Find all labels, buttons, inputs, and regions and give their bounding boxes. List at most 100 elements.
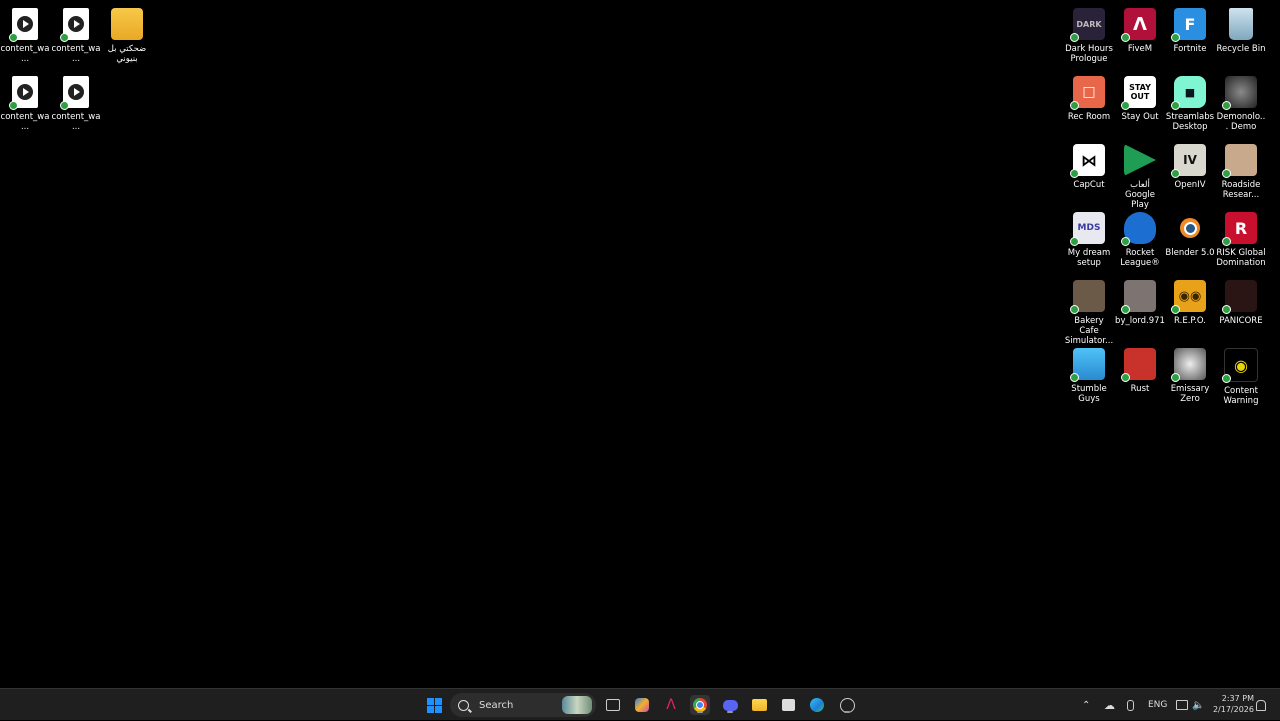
icon-label: OpenIV xyxy=(1174,180,1206,190)
desktop-icon-video-2[interactable]: content_wa... xyxy=(51,2,101,64)
desktop-icon-content-warning[interactable]: ◉ Content Warning xyxy=(1216,342,1266,406)
emissary-zero-icon xyxy=(1171,348,1206,382)
panicore-icon xyxy=(1222,280,1257,314)
show-hidden-icons-button[interactable]: ⌃ xyxy=(1082,689,1090,721)
icon-label: Demonolo... Demo xyxy=(1216,112,1266,132)
openiv-icon: IV xyxy=(1171,144,1206,178)
fivem-taskbar-button[interactable]: Λ xyxy=(661,695,681,715)
store-button[interactable] xyxy=(778,695,798,715)
search-icon xyxy=(458,699,469,711)
desktop-icon-repo[interactable]: ◉◉ R.E.P.O. xyxy=(1165,274,1215,326)
task-view-button[interactable] xyxy=(603,695,623,715)
risk-icon: R xyxy=(1222,212,1257,246)
rocket-league-icon xyxy=(1121,212,1156,246)
desktop-icon-capcut[interactable]: ⋈ CapCut xyxy=(1064,138,1114,190)
desktop-icon-fortnite[interactable]: F Fortnite xyxy=(1165,2,1215,54)
app-taskbar-button[interactable] xyxy=(837,695,857,715)
demonologist-icon xyxy=(1222,76,1257,110)
file-explorer-button[interactable] xyxy=(749,695,769,715)
icon-label: Content Warning xyxy=(1223,386,1259,406)
edge-icon xyxy=(810,698,824,712)
icon-label: Emissary Zero xyxy=(1170,384,1210,404)
desktop-icon-streamlabs[interactable]: ■ Streamlabs Desktop xyxy=(1165,70,1215,132)
icon-label: Stay Out xyxy=(1121,112,1159,122)
dark-hours-icon: DARK xyxy=(1070,8,1105,42)
icon-label: by_lord.971 xyxy=(1115,316,1165,326)
icon-label: PANICORE xyxy=(1219,316,1263,326)
desktop-icon-stumble-guys[interactable]: Stumble Guys xyxy=(1064,342,1114,404)
desktop-icon-my-dream-setup[interactable]: MDS My dream setup xyxy=(1064,206,1114,268)
desktop-icon-bakery-cafe[interactable]: Bakery Cafe Simulator... xyxy=(1064,274,1114,346)
icon-label: ضحكتي بل بنيوني xyxy=(107,44,147,64)
icon-label: Roadside Resear... xyxy=(1221,180,1261,200)
search-box[interactable]: Search xyxy=(450,693,596,717)
taskbar: Search Λ ⌃ ☁ ENG 🔈 2:37 PM 2/17/2026 xyxy=(0,688,1280,720)
desktop-icon-dark-hours[interactable]: DARK Dark Hours Prologue xyxy=(1064,2,1114,64)
volume-tray-button[interactable]: 🔈 xyxy=(1192,689,1204,721)
desktop-icon-rust[interactable]: Rust xyxy=(1115,342,1165,394)
desktop-icon-video-1[interactable]: content_wa... xyxy=(0,2,50,64)
microphone-tray-button[interactable] xyxy=(1127,689,1134,721)
desktop-icon-video-3[interactable]: content_wa... xyxy=(0,70,50,132)
icon-label: Rec Room xyxy=(1067,112,1111,122)
desktop-icon-video-4[interactable]: content_wa... xyxy=(51,70,101,132)
clock[interactable]: 2:37 PM 2/17/2026 xyxy=(1213,693,1254,715)
content-warning-icon: ◉ xyxy=(1222,348,1258,383)
my-dream-setup-icon: MDS xyxy=(1070,212,1105,246)
stay-out-icon: STAY OUT xyxy=(1121,76,1156,110)
language-label: ENG xyxy=(1148,700,1168,710)
network-tray-button[interactable] xyxy=(1176,689,1188,721)
running-indicator xyxy=(844,711,850,713)
chrome-taskbar-button[interactable] xyxy=(690,695,710,715)
start-icon xyxy=(426,697,442,713)
desktop-icon-risk[interactable]: R RISK Global Domination xyxy=(1216,206,1266,268)
rec-room-icon: □ xyxy=(1070,76,1105,110)
roadside-research-icon xyxy=(1222,144,1257,178)
notifications-button[interactable] xyxy=(1256,689,1266,721)
start-button[interactable] xyxy=(424,695,444,715)
desktop-icon-emissary-zero[interactable]: Emissary Zero xyxy=(1165,342,1215,404)
fivem-icon: Λ xyxy=(1121,8,1156,42)
icon-label: My dream setup xyxy=(1067,248,1111,268)
desktop-icon-recycle-bin[interactable]: Recycle Bin xyxy=(1216,2,1266,54)
desktop-icon-by-lord[interactable]: by_lord.971 xyxy=(1115,274,1165,326)
blender-icon xyxy=(1174,212,1206,244)
icon-label: RISK Global Domination xyxy=(1216,248,1266,268)
search-placeholder: Search xyxy=(479,699,514,711)
desktop-icon-google-play-games[interactable]: ألعاب Google Play xyxy=(1115,138,1165,210)
running-indicator xyxy=(697,711,703,713)
video-file-icon xyxy=(60,8,89,42)
icon-label: Blender 5.0 xyxy=(1165,248,1215,258)
speaker-icon: 🔈 xyxy=(1192,699,1205,711)
desktop-icon-roadside-research[interactable]: Roadside Resear... xyxy=(1216,138,1266,200)
desktop-icon-fivem[interactable]: Λ FiveM xyxy=(1115,2,1165,54)
desktop-icon-blender[interactable]: Blender 5.0 xyxy=(1165,206,1215,258)
microphone-icon xyxy=(1127,699,1134,711)
desktop-icon-panicore[interactable]: PANICORE xyxy=(1216,274,1266,326)
edge-button[interactable] xyxy=(807,695,827,715)
desktop-icon-openiv[interactable]: IV OpenIV xyxy=(1165,138,1215,190)
copilot-icon xyxy=(635,698,649,712)
store-icon xyxy=(781,699,795,711)
icon-label: Stumble Guys xyxy=(1071,384,1107,404)
clock-date: 2/17/2026 xyxy=(1212,705,1254,714)
copilot-button[interactable] xyxy=(632,695,652,715)
desktop-icon-folder[interactable]: ضحكتي بل بنيوني xyxy=(102,2,152,64)
fortnite-icon: F xyxy=(1171,8,1206,42)
desktop-icon-rocket-league[interactable]: Rocket League® xyxy=(1115,206,1165,268)
icon-label: CapCut xyxy=(1073,180,1105,190)
onedrive-tray-button[interactable]: ☁ xyxy=(1104,689,1115,721)
discord-taskbar-button[interactable] xyxy=(720,695,740,715)
icon-label: Fortnite xyxy=(1173,44,1207,54)
video-file-icon xyxy=(9,8,38,42)
by-lord-icon xyxy=(1121,280,1156,314)
running-indicator xyxy=(727,711,733,713)
desktop-icon-rec-room[interactable]: □ Rec Room xyxy=(1064,70,1114,122)
desktop-icon-demonologist[interactable]: Demonolo... Demo xyxy=(1216,70,1266,132)
desktop-icon-stay-out[interactable]: STAY OUT Stay Out xyxy=(1115,70,1165,122)
cloud-icon: ☁ xyxy=(1104,698,1115,712)
bell-icon xyxy=(1256,699,1266,711)
network-icon xyxy=(1176,700,1188,710)
language-indicator[interactable]: ENG xyxy=(1148,689,1167,721)
icon-label: Recycle Bin xyxy=(1216,44,1266,54)
